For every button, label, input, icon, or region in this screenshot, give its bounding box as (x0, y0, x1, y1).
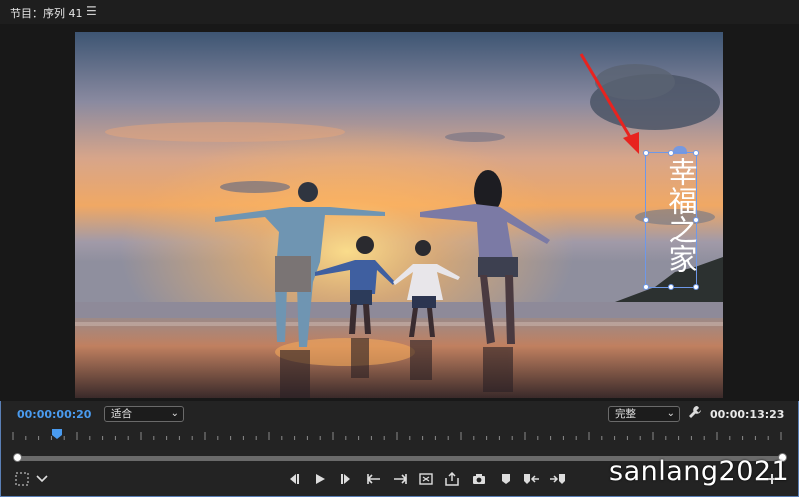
watermark-text: sanlang2021 (609, 456, 790, 487)
lift-icon (524, 474, 539, 484)
step-back-icon (290, 474, 299, 484)
chevron-down-icon: ⌄ (666, 408, 675, 419)
extract-icon (550, 474, 565, 484)
mark-in-icon (15, 472, 29, 486)
lift-button[interactable] (521, 470, 541, 488)
resize-handle-top-right[interactable] (693, 150, 699, 156)
panel-title[interactable]: 节目：序列 41 (10, 5, 83, 21)
chevron-down-icon: ⌄ (170, 408, 179, 419)
go-to-in-icon (366, 474, 380, 484)
resize-handle-top[interactable] (668, 150, 674, 156)
playhead[interactable] (52, 429, 62, 439)
resize-handle-bottom-right[interactable] (693, 284, 699, 290)
duration-timecode: 00:00:13:23 (710, 408, 785, 421)
monitor-info-bar: 00:00:00:20 适合 ⌄ 完整 ⌄ 00:00:13:23 (0, 402, 799, 426)
camera-icon (473, 474, 485, 484)
playback-resolution-dropdown[interactable]: 完整 ⌄ (608, 406, 680, 422)
resize-handle-bottom-left[interactable] (643, 284, 649, 290)
time-ruler[interactable] (0, 428, 799, 444)
go-to-out-button[interactable] (390, 470, 410, 488)
playback-resolution-value: 完整 (615, 408, 636, 420)
play-icon (316, 474, 325, 484)
hamburger-menu-icon[interactable]: ☰ (86, 4, 97, 18)
add-marker-button[interactable] (496, 470, 516, 488)
resize-handle-top-left[interactable] (643, 150, 649, 156)
step-back-button[interactable] (284, 470, 304, 488)
zoom-level-dropdown[interactable]: 适合 ⌄ (104, 406, 184, 422)
mark-in-button[interactable] (12, 470, 32, 488)
export-frame-button[interactable] (469, 470, 489, 488)
title-graphic-bounding-box[interactable]: 幸福之家 (643, 150, 699, 290)
extract-button[interactable] (548, 470, 568, 488)
panel-header: 节目：序列 41 ☰ (0, 0, 799, 24)
annotation-arrow (575, 50, 645, 163)
chevron-down-icon[interactable] (32, 470, 52, 488)
resize-handle-left[interactable] (643, 217, 649, 223)
insert-button[interactable] (416, 470, 436, 488)
step-forward-icon (341, 474, 350, 484)
title-graphic-text[interactable]: 幸福之家 (646, 157, 698, 273)
play-button[interactable] (310, 470, 330, 488)
resize-handle-bottom[interactable] (668, 284, 674, 290)
go-to-out-icon (394, 474, 408, 484)
zoom-level-value: 适合 (111, 408, 132, 420)
export-icon (445, 472, 459, 486)
marker-icon (502, 474, 510, 484)
resize-handle-right[interactable] (693, 217, 699, 223)
go-to-in-button[interactable] (364, 470, 384, 488)
wrench-icon[interactable] (688, 405, 702, 422)
current-timecode[interactable]: 00:00:00:20 (17, 408, 91, 421)
zoom-scroll-left-handle[interactable] (13, 453, 22, 462)
step-forward-button[interactable] (336, 470, 356, 488)
insert-icon (419, 473, 433, 485)
export-button[interactable] (442, 470, 462, 488)
